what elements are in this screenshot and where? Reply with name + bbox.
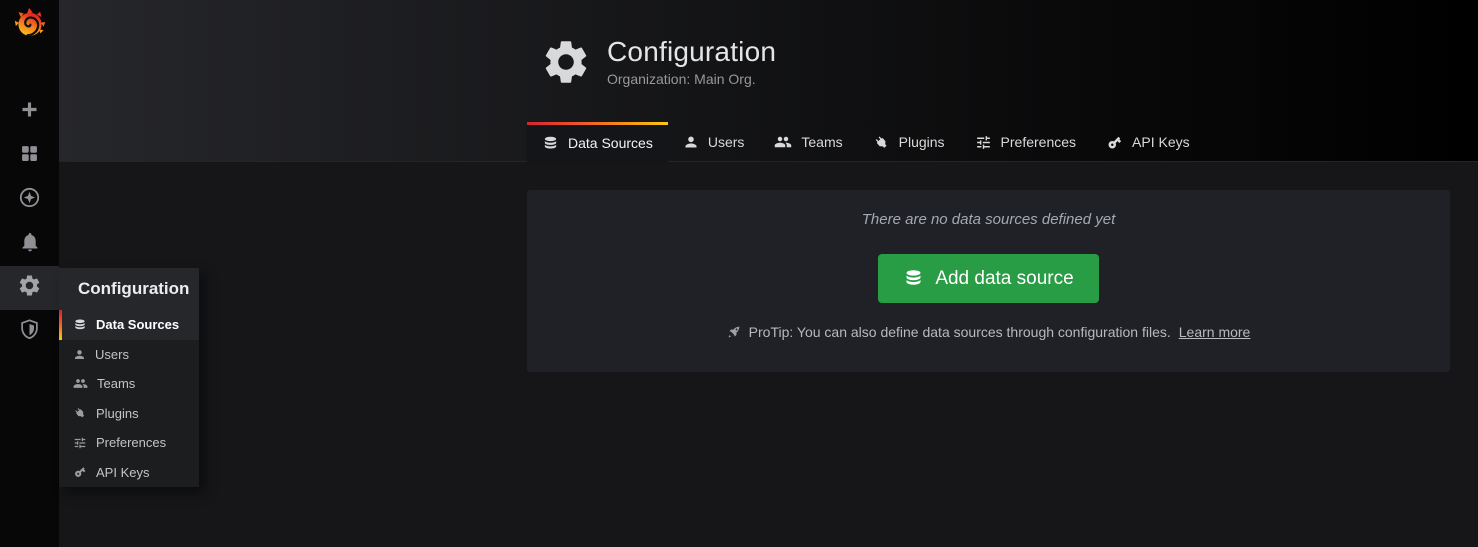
flyout-item-plugins[interactable]: Plugins	[59, 399, 199, 429]
tab-label: Teams	[801, 134, 842, 150]
add-data-source-button[interactable]: Add data source	[878, 254, 1098, 303]
tab-label: Data Sources	[568, 135, 653, 151]
learn-more-link[interactable]: Learn more	[1179, 324, 1251, 340]
plug-icon	[873, 134, 890, 151]
plus-icon	[19, 99, 40, 125]
gear-icon	[540, 36, 592, 88]
user-icon	[73, 348, 86, 361]
side-menu	[0, 0, 59, 547]
flyout-item-preferences[interactable]: Preferences	[59, 428, 199, 458]
page-header-text: Configuration Organization: Main Org.	[607, 37, 776, 88]
database-icon	[903, 268, 924, 289]
flyout-item-users[interactable]: Users	[59, 340, 199, 370]
gear-icon	[17, 273, 42, 303]
protip: ProTip: You can also define data sources…	[727, 324, 1251, 340]
tab-data-sources[interactable]: Data Sources	[527, 122, 668, 164]
flyout-item-data-sources[interactable]: Data Sources	[59, 310, 199, 340]
page-title: Configuration	[607, 37, 776, 68]
page-subtitle: Organization: Main Org.	[607, 71, 776, 87]
compass-icon	[18, 186, 41, 214]
database-icon	[542, 135, 559, 152]
sidebar-item-explore[interactable]	[0, 178, 59, 222]
tab-bar: Data Sources Users Teams Plugins Prefere…	[527, 122, 1205, 162]
sidebar-item-dashboards[interactable]	[0, 134, 59, 178]
database-icon	[73, 318, 87, 332]
sidebar-item-create[interactable]	[0, 90, 59, 134]
flyout-item-label: Users	[95, 347, 129, 362]
tab-preferences[interactable]: Preferences	[960, 122, 1091, 162]
tab-label: API Keys	[1132, 134, 1190, 150]
flyout-item-label: Plugins	[96, 406, 139, 421]
flyout-item-label: Preferences	[96, 435, 166, 450]
empty-state-panel: There are no data sources defined yet Ad…	[527, 190, 1450, 372]
sliders-icon	[73, 436, 87, 450]
shield-icon	[18, 318, 41, 346]
tab-teams[interactable]: Teams	[759, 122, 857, 162]
tab-label: Preferences	[1001, 134, 1076, 150]
configuration-flyout-menu: Configuration Data Sources Users Teams P…	[59, 268, 199, 487]
empty-state-message: There are no data sources defined yet	[862, 211, 1116, 228]
tab-api-keys[interactable]: API Keys	[1091, 122, 1205, 162]
flyout-item-label: API Keys	[96, 465, 149, 480]
user-icon	[683, 134, 699, 150]
grafana-logo[interactable]	[12, 7, 48, 39]
tab-users[interactable]: Users	[668, 122, 760, 162]
bell-icon	[19, 231, 41, 258]
tab-label: Users	[708, 134, 745, 150]
flyout-item-label: Data Sources	[96, 317, 179, 332]
sidebar-item-configuration[interactable]	[0, 266, 59, 310]
flyout-item-teams[interactable]: Teams	[59, 369, 199, 399]
plug-icon	[73, 406, 87, 420]
rocket-icon	[727, 325, 741, 339]
protip-text: ProTip: You can also define data sources…	[749, 324, 1171, 340]
flyout-item-label: Teams	[97, 376, 135, 391]
key-icon	[1106, 134, 1123, 151]
users-icon	[73, 376, 88, 391]
sidebar-item-server-admin[interactable]	[0, 310, 59, 354]
sliders-icon	[975, 134, 992, 151]
page-header-content: Configuration Organization: Main Org.	[540, 36, 776, 88]
add-data-source-label: Add data source	[935, 268, 1073, 290]
flyout-item-api-keys[interactable]: API Keys	[59, 458, 199, 488]
tab-plugins[interactable]: Plugins	[858, 122, 960, 162]
sidebar-item-alerting[interactable]	[0, 222, 59, 266]
users-icon	[774, 133, 792, 151]
tab-label: Plugins	[899, 134, 945, 150]
flyout-title[interactable]: Configuration	[59, 268, 199, 310]
apps-icon	[19, 143, 40, 169]
key-icon	[73, 465, 87, 479]
